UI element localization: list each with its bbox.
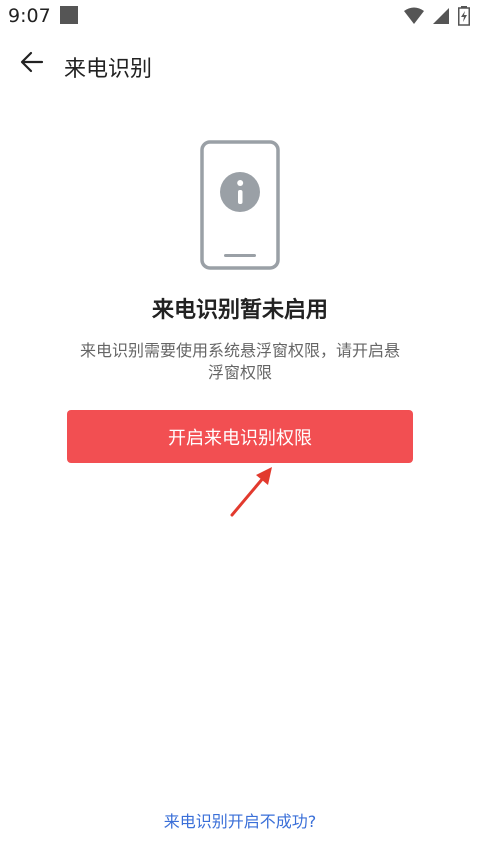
page-title: 来电识别 [64,57,153,82]
status-time: 9:07 [8,5,51,27]
red-arrow-icon [230,467,272,517]
status-icons [404,6,470,26]
enable-caller-id-button[interactable]: 开启来电识别权限 [67,410,413,463]
signal-icon [433,8,449,24]
arrow-left-icon[interactable] [18,48,46,76]
notification-icon [60,6,78,24]
status-bar: 9:07 [0,0,480,32]
battery-icon [458,6,470,26]
phone-info-icon [200,140,280,270]
help-link[interactable]: 来电识别开启不成功? [0,808,480,832]
permission-description: 来电识别需要使用系统悬浮窗权限，请开启悬浮窗权限 [80,341,401,382]
feature-disabled-heading: 来电识别暂未启用 [151,298,328,323]
wifi-icon [404,7,424,24]
app-bar: 来电识别 [0,32,480,96]
